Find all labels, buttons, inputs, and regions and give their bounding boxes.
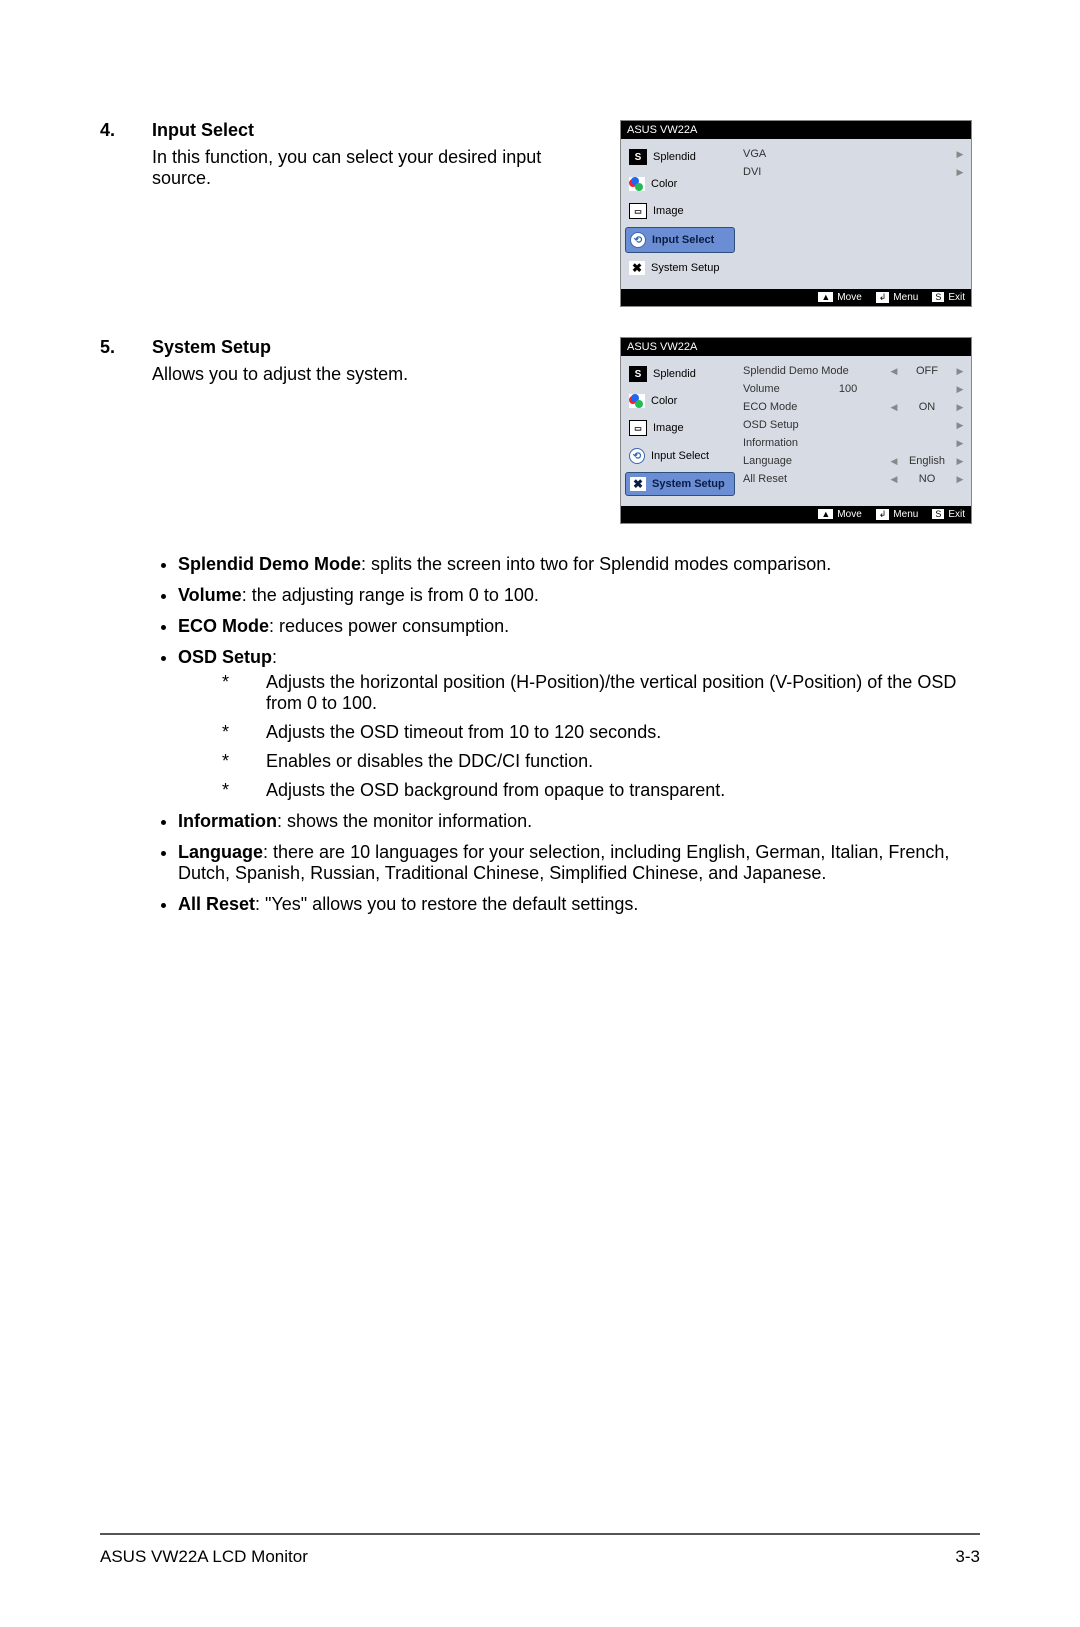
exit-icon: S xyxy=(932,509,944,519)
osd-row-reset: All Reset◀NO▶ xyxy=(743,470,967,488)
section-5-desc: Allows you to adjust the system. xyxy=(152,364,600,385)
bullet-osd: OSD Setup: *Adjusts the horizontal posit… xyxy=(178,647,980,801)
osd-row-info: Information▶ xyxy=(743,434,967,452)
osd-menu-system: ✖System Setup xyxy=(625,257,735,279)
input-icon: ⟲ xyxy=(629,448,645,464)
setup-icon: ✖ xyxy=(630,477,646,491)
osd-menu-image-2: ▭Image xyxy=(625,416,735,440)
osd-input-select: ASUS VW22A SSplendid Color ▭Image ⟲Input… xyxy=(620,120,972,307)
setup-icon: ✖ xyxy=(629,261,645,275)
sub-osd-4: *Adjusts the OSD background from opaque … xyxy=(222,780,980,801)
osd-row-eco: ECO Mode◀ON▶ xyxy=(743,398,967,416)
page-footer: ASUS VW22A LCD Monitor 3-3 xyxy=(100,1524,980,1567)
s-icon: S xyxy=(629,149,647,165)
menu-icon: ↲ xyxy=(876,292,890,303)
sub-osd-1: *Adjusts the horizontal position (H-Posi… xyxy=(222,672,980,714)
osd-menu-input-selected: ⟲Input Select xyxy=(625,227,735,253)
image-icon: ▭ xyxy=(629,420,647,436)
section-4-title: Input Select xyxy=(152,120,600,141)
osd-menu-input-2: ⟲Input Select xyxy=(625,444,735,468)
bullet-demo: Splendid Demo Mode: splits the screen in… xyxy=(178,554,980,575)
s-icon: S xyxy=(629,366,647,382)
osd-menu-image: ▭Image xyxy=(625,199,735,223)
menu-icon: ↲ xyxy=(876,509,890,520)
footer-left: ASUS VW22A LCD Monitor xyxy=(100,1547,308,1567)
section-4-number: 4. xyxy=(100,120,152,141)
sub-osd-3: *Enables or disables the DDC/CI function… xyxy=(222,751,980,772)
osd-system-setup: ASUS VW22A SSplendid Color ▭Image ⟲Input… xyxy=(620,337,972,524)
exit-icon: S xyxy=(932,292,944,302)
osd-footer: ▲Move ↲Menu SExit xyxy=(621,289,971,306)
bullet-info: Information: shows the monitor informati… xyxy=(178,811,980,832)
section-4-desc: In this function, you can select your de… xyxy=(152,147,600,189)
section-5-number: 5. xyxy=(100,337,152,358)
osd-menu-color-2: Color xyxy=(625,390,735,412)
color-icon xyxy=(629,177,645,191)
bullet-eco: ECO Mode: reduces power consumption. xyxy=(178,616,980,637)
osd-menu-color: Color xyxy=(625,173,735,195)
osd-row-volume: Volume100▶ xyxy=(743,380,967,398)
osd-row-demo: Splendid Demo Mode◀OFF▶ xyxy=(743,362,967,380)
osd-menu-splendid-2: SSplendid xyxy=(625,362,735,386)
osd-row-lang: Language◀English▶ xyxy=(743,452,967,470)
osd-menu-system-selected: ✖System Setup xyxy=(625,472,735,496)
section-5-title: System Setup xyxy=(152,337,600,358)
sub-osd-2: *Adjusts the OSD timeout from 10 to 120 … xyxy=(222,722,980,743)
bullet-reset: All Reset: "Yes" allows you to restore t… xyxy=(178,894,980,915)
updown-icon: ▲ xyxy=(818,509,833,519)
osd-input-vga: VGA▶ xyxy=(743,145,967,163)
input-icon: ⟲ xyxy=(630,232,646,248)
osd-row-osdsetup: OSD Setup▶ xyxy=(743,416,967,434)
footer-page-number: 3-3 xyxy=(955,1547,980,1567)
bullet-volume: Volume: the adjusting range is from 0 to… xyxy=(178,585,980,606)
image-icon: ▭ xyxy=(629,203,647,219)
osd-footer-2: ▲Move ↲Menu SExit xyxy=(621,506,971,523)
bullet-lang: Language: there are 10 languages for you… xyxy=(178,842,980,884)
osd-title-2: ASUS VW22A xyxy=(621,338,971,356)
updown-icon: ▲ xyxy=(818,292,833,302)
color-icon xyxy=(629,394,645,408)
osd-menu-splendid: SSplendid xyxy=(625,145,735,169)
osd-input-dvi: DVI▶ xyxy=(743,163,967,181)
osd-title: ASUS VW22A xyxy=(621,121,971,139)
